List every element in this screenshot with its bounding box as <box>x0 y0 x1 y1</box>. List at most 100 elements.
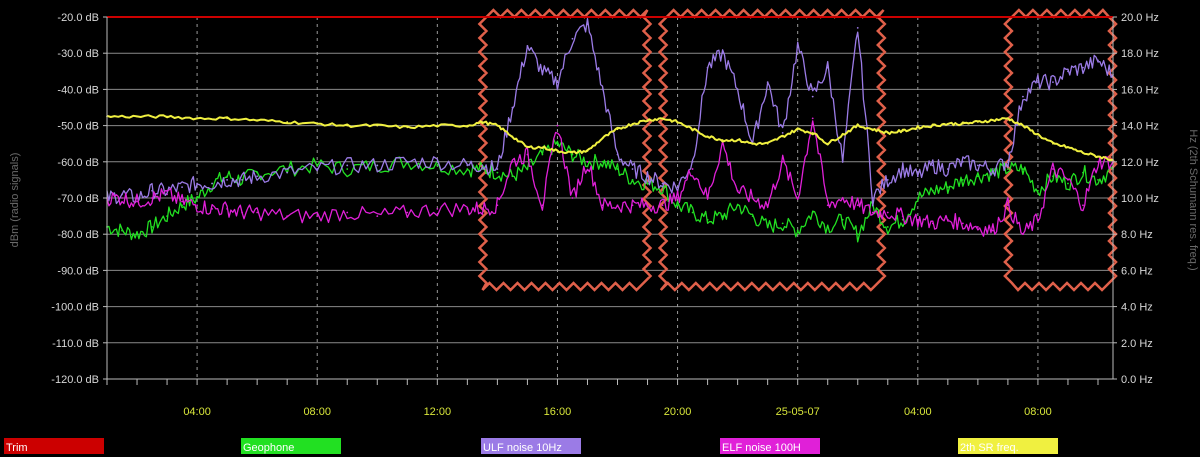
data-point <box>496 171 499 174</box>
data-point <box>1006 160 1009 163</box>
y-tick-label-left: -90.0 dB <box>57 265 99 277</box>
data-point <box>1067 182 1069 185</box>
data-point <box>346 211 349 214</box>
x-tick-label: 20:00 <box>664 406 692 418</box>
data-point <box>886 211 889 214</box>
data-point <box>121 229 123 232</box>
data-point <box>1052 168 1054 170</box>
data-point <box>256 119 259 122</box>
data-point <box>841 197 844 199</box>
data-point <box>646 119 649 122</box>
data-point <box>706 197 709 199</box>
data-point <box>166 115 168 118</box>
data-point <box>736 204 739 207</box>
data-point <box>796 45 799 47</box>
data-point <box>601 160 604 163</box>
data-point <box>901 215 904 218</box>
y-tick-label-right: 16.0 Hz <box>1121 84 1159 96</box>
data-point <box>796 229 799 232</box>
data-point <box>706 135 709 138</box>
y-tick-label-right: 14.0 Hz <box>1121 121 1159 133</box>
data-point <box>601 204 604 207</box>
data-point <box>691 168 694 170</box>
data-point <box>1097 160 1099 163</box>
data-point <box>736 139 739 141</box>
data-point <box>901 168 904 170</box>
data-point <box>316 168 319 170</box>
data-point <box>781 131 784 134</box>
data-point <box>1006 117 1009 120</box>
data-point <box>676 204 679 207</box>
data-point <box>886 179 889 181</box>
data-point <box>781 135 784 138</box>
y-axis-label-right: Hz (2th Schumann res. freq.) <box>1187 129 1199 270</box>
data-point <box>511 160 514 163</box>
data-point <box>1037 81 1039 84</box>
data-point <box>856 26 859 29</box>
legend-label: ELF noise 100H <box>722 442 801 454</box>
data-point <box>481 164 484 167</box>
data-point <box>601 88 604 91</box>
data-point <box>991 229 994 232</box>
data-point <box>586 160 589 163</box>
data-point <box>946 186 949 189</box>
data-point <box>256 171 259 174</box>
x-tick-label: 04:00 <box>183 406 211 418</box>
y-tick-label-right: 10.0 Hz <box>1121 193 1159 205</box>
data-point <box>826 66 829 69</box>
data-point <box>181 204 183 207</box>
y-tick-label-right: 20.0 Hz <box>1121 12 1159 24</box>
data-point <box>556 81 559 84</box>
data-point <box>721 215 724 218</box>
data-point <box>496 124 499 127</box>
y-tick-label-right: 6.0 Hz <box>1121 265 1153 277</box>
data-point <box>316 122 319 125</box>
data-point <box>721 142 724 145</box>
data-point <box>1022 95 1024 98</box>
data-point <box>916 197 919 199</box>
data-point <box>871 211 874 214</box>
data-point <box>811 211 814 214</box>
chart-svg: -20.0 dB 20.0 Hz -30.0 dB 18.0 Hz -40.0 dB 16… <box>0 0 1200 457</box>
data-point <box>226 175 229 178</box>
data-point <box>826 204 829 207</box>
data-point <box>556 142 559 145</box>
y-tick-label-right: 18.0 Hz <box>1121 48 1159 60</box>
data-point <box>166 215 168 218</box>
legend-label: ULF noise 10Hz <box>483 442 562 454</box>
data-point <box>571 151 574 154</box>
x-tick-label: 25-05-07 <box>776 406 820 418</box>
legend-label: 2th SR freq. <box>960 442 1019 454</box>
data-point <box>211 182 214 185</box>
data-point <box>226 117 229 120</box>
data-point <box>916 126 919 129</box>
data-point <box>541 70 544 73</box>
data-point <box>1006 204 1009 207</box>
data-point <box>616 168 619 170</box>
data-point <box>616 128 619 131</box>
data-point <box>511 175 514 178</box>
data-point <box>631 122 634 125</box>
data-point <box>796 128 799 131</box>
y-tick-label-left: -50.0 dB <box>57 121 99 133</box>
data-point <box>406 126 409 129</box>
data-point <box>436 207 439 210</box>
data-point <box>1082 66 1084 69</box>
data-point <box>316 215 319 218</box>
data-point <box>346 124 349 127</box>
y-tick-label-right: 4.0 Hz <box>1121 302 1153 314</box>
data-point <box>616 153 619 156</box>
data-point <box>766 226 769 228</box>
data-point <box>691 160 694 163</box>
data-point <box>1037 133 1039 136</box>
data-point <box>886 131 889 134</box>
data-point <box>691 128 694 131</box>
data-point <box>571 197 574 199</box>
data-point <box>946 218 949 221</box>
x-tick-label: 04:00 <box>904 406 932 418</box>
x-tick-label: 08:00 <box>303 406 331 418</box>
data-point <box>151 197 153 199</box>
data-point <box>541 146 544 149</box>
data-point <box>466 168 469 170</box>
data-point <box>676 197 679 199</box>
